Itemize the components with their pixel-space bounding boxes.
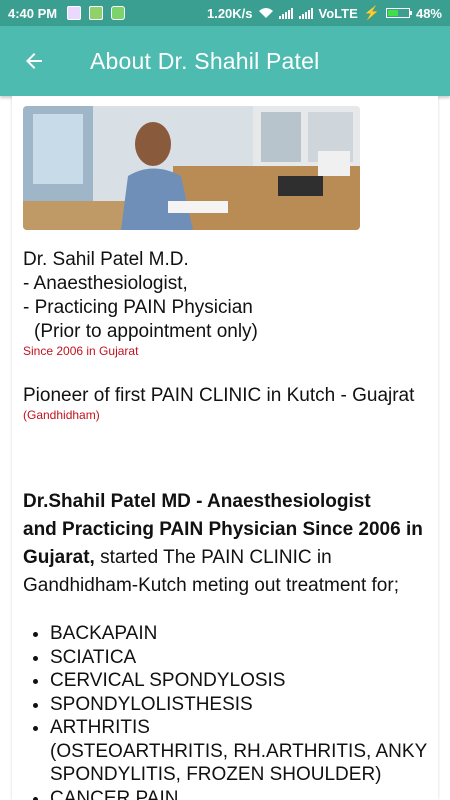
doctor-name: Dr. Sahil Patel M.D.	[23, 249, 189, 270]
page-title: About Dr. Shahil Patel	[90, 47, 320, 74]
signal-icon-2	[298, 7, 313, 19]
doctor-role-2: - Practicing PAIN Physician	[23, 297, 253, 318]
doctor-info: Dr. Sahil Patel M.D. - Anaesthesiologist…	[23, 248, 443, 358]
app-notification-icon	[89, 6, 104, 20]
list-item: SPONDYLOLISTHESIS	[50, 693, 450, 717]
whatsapp-notification-icon	[111, 6, 126, 20]
list-item: ARTHRITIS	[50, 716, 450, 740]
app-bar: About Dr. Shahil Patel	[0, 26, 450, 96]
list-item: CERVICAL SPONDYLOSIS	[50, 669, 450, 693]
charging-icon: ⚡	[363, 5, 380, 20]
appointment-note: (Prior to appointment only)	[34, 321, 258, 342]
arthritis-detail-1: (OSTEOARTHRITIS, RH.ARTHRITIS, ANKY	[50, 740, 428, 762]
doctor-role-1: - Anaesthesiologist,	[23, 273, 188, 294]
about-content[interactable]: Dr. Sahil Patel M.D. - Anaesthesiologist…	[0, 96, 450, 800]
status-bar: 4:40 PM 1.20K/s VoLTE ⚡ 48%	[0, 0, 450, 26]
volte-label: VoLTE	[318, 5, 358, 21]
back-button[interactable]	[14, 41, 54, 81]
pioneer-text: Pioneer of first PAIN CLINIC in Kutch - …	[23, 385, 415, 406]
wifi-icon	[258, 8, 273, 18]
battery-percent: 48%	[415, 5, 442, 21]
treatment-list: BACKAPAIN SCIATICA CERVICAL SPONDYLOSIS …	[0, 622, 450, 800]
intro-paragraph: Dr.Shahil Patel MD - Anaesthesiologist a…	[23, 488, 443, 600]
notification-icon	[67, 6, 82, 20]
list-item: BACKAPAIN	[50, 622, 450, 646]
network-speed: 1.20K/s	[206, 5, 253, 21]
intro-line-3: Gujarat, started The PAIN CLINIC in	[23, 547, 332, 568]
intro-line-4: Gandhidham-Kutch meting out treatment fo…	[23, 575, 399, 596]
arthritis-detail-2: SPONDYLITIS, FROZEN SHOULDER)	[50, 764, 382, 785]
since-text: Since 2006 in Gujarat	[23, 344, 139, 358]
signal-icon	[278, 7, 293, 19]
battery-fill	[387, 10, 398, 16]
pioneer-place: (Gandhidham)	[23, 408, 100, 422]
treatment-list-container: BACKAPAIN SCIATICA CERVICAL SPONDYLOSIS …	[0, 622, 450, 800]
status-time: 4:40 PM	[8, 5, 58, 21]
list-item: CANCER PAIN	[50, 787, 450, 800]
intro-line-1: Dr.Shahil Patel MD - Anaesthesiologist	[23, 491, 371, 512]
pioneer-info: Pioneer of first PAIN CLINIC in Kutch - …	[23, 384, 443, 422]
arrow-left-icon	[26, 53, 42, 69]
intro-line-2: and Practicing PAIN Physician Since 2006…	[23, 519, 423, 540]
battery-icon	[385, 8, 412, 18]
doctor-photo	[23, 106, 360, 230]
list-item: SCIATICA	[50, 646, 450, 670]
